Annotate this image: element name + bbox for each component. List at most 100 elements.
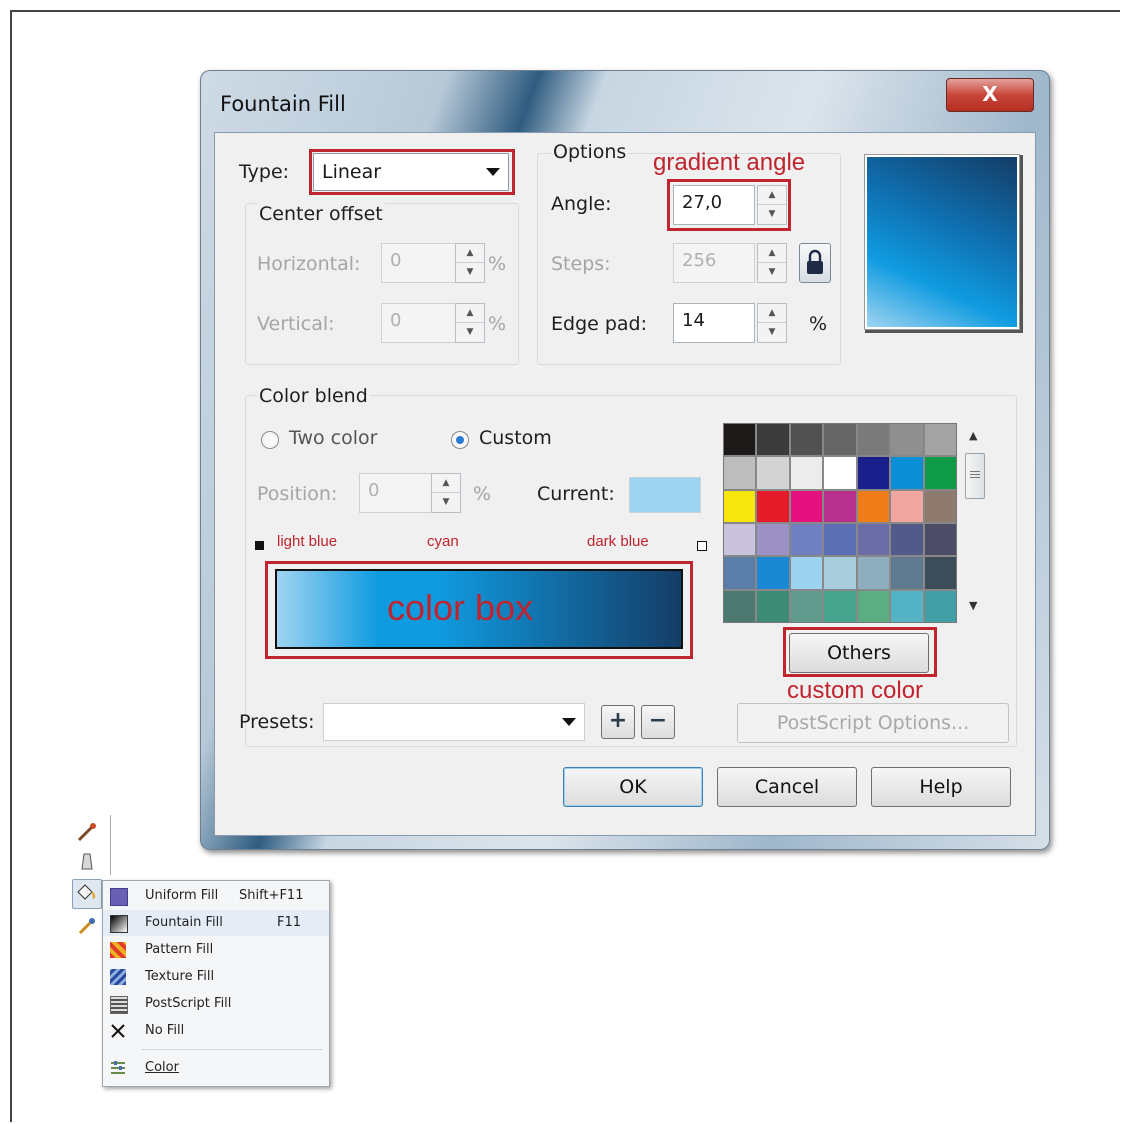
menu-item-no-fill[interactable]: No Fill <box>103 1018 329 1044</box>
light-blue-annotation: light blue <box>277 533 338 550</box>
menu-item-shortcut: F11 <box>277 915 302 930</box>
two-color-label: Two color <box>289 427 378 449</box>
position-percent: % <box>473 483 492 505</box>
color-swatch[interactable] <box>724 490 756 522</box>
color-swatch[interactable] <box>757 490 789 522</box>
color-swatch[interactable] <box>790 490 823 522</box>
color-swatch[interactable] <box>891 490 923 522</box>
horizontal-input[interactable]: 0 <box>381 243 459 283</box>
color-swatch[interactable] <box>790 524 823 556</box>
eyedropper-icon[interactable] <box>76 821 98 843</box>
position-input[interactable]: 0 <box>359 473 433 513</box>
current-label: Current: <box>537 483 615 505</box>
scroll-thumb[interactable] <box>965 453 985 499</box>
color-swatch[interactable] <box>891 557 923 589</box>
lock-icon <box>807 249 823 274</box>
palette-scrollbar[interactable]: ▲ ▼ <box>961 423 987 621</box>
no-fill-icon <box>111 1024 125 1038</box>
gradient-angle-annotation: gradient angle <box>653 149 806 176</box>
menu-item-postscript-fill[interactable]: PostScript Fill <box>103 991 329 1017</box>
color-swatch[interactable] <box>824 424 856 456</box>
color-box-annotation: color box <box>387 587 534 628</box>
color-swatch[interactable] <box>857 524 890 556</box>
color-swatch[interactable] <box>924 490 956 522</box>
scroll-up-icon[interactable]: ▲ <box>969 429 977 442</box>
color-swatch[interactable] <box>724 457 756 489</box>
color-swatch[interactable] <box>891 424 923 456</box>
color-swatch[interactable] <box>757 590 789 622</box>
vertical-input[interactable]: 0 <box>381 303 459 343</box>
color-swatch[interactable] <box>824 590 856 622</box>
color-swatch[interactable] <box>891 524 923 556</box>
dark-blue-annotation: dark blue <box>587 533 649 550</box>
edge-pad-spinner[interactable]: ▲ ▼ <box>757 303 787 343</box>
color-swatch[interactable] <box>757 557 789 589</box>
color-swatch[interactable] <box>724 524 756 556</box>
ruler <box>110 815 125 875</box>
color-swatch[interactable] <box>924 524 956 556</box>
steps-label: Steps: <box>551 253 611 275</box>
color-swatch[interactable] <box>757 424 789 456</box>
color-swatch[interactable] <box>724 424 756 456</box>
custom-radio[interactable] <box>451 431 469 449</box>
color-swatch[interactable] <box>924 557 956 589</box>
menu-item-color[interactable]: Color <box>103 1055 329 1081</box>
edge-pad-input[interactable]: 14 <box>673 303 755 343</box>
fill-tool-button[interactable] <box>72 879 102 909</box>
color-swatch[interactable] <box>757 457 789 489</box>
color-swatch[interactable] <box>724 590 756 622</box>
remove-preset-button[interactable]: − <box>641 705 675 739</box>
color-swatch[interactable] <box>790 590 823 622</box>
color-swatch[interactable] <box>790 424 823 456</box>
presets-select[interactable] <box>323 703 585 741</box>
help-button[interactable]: Help <box>871 767 1011 807</box>
color-swatch[interactable] <box>857 490 890 522</box>
color-swatch[interactable] <box>857 557 890 589</box>
vertical-label: Vertical: <box>257 313 335 335</box>
color-swatch[interactable] <box>824 557 856 589</box>
color-swatch[interactable] <box>857 424 890 456</box>
color-swatch[interactable] <box>790 557 823 589</box>
scroll-down-icon[interactable]: ▼ <box>969 599 977 612</box>
current-color-swatch[interactable] <box>629 477 701 513</box>
color-swatch[interactable] <box>891 590 923 622</box>
color-icon <box>111 1061 125 1074</box>
color-swatch[interactable] <box>824 524 856 556</box>
ok-button[interactable]: OK <box>563 767 703 807</box>
color-swatch[interactable] <box>824 490 856 522</box>
color-swatch[interactable] <box>724 557 756 589</box>
vertical-percent: % <box>488 313 507 335</box>
vertical-spinner[interactable]: ▲ ▼ <box>455 303 485 343</box>
texture-fill-icon <box>110 969 126 985</box>
horizontal-spinner[interactable]: ▲ ▼ <box>455 243 485 283</box>
start-marker[interactable] <box>255 541 264 550</box>
steps-input[interactable]: 256 <box>673 243 755 283</box>
postscript-options-button[interactable]: PostScript Options... <box>737 703 1009 743</box>
menu-item-label: Color <box>145 1060 179 1075</box>
color-swatch[interactable] <box>790 457 823 489</box>
menu-item-uniform-fill[interactable]: Uniform Fill Shift+F11 <box>103 883 329 909</box>
edge-pad-label: Edge pad: <box>551 313 648 335</box>
menu-item-fountain-fill[interactable]: Fountain Fill F11 <box>103 910 329 936</box>
fill-tool-flyout: Uniform Fill Shift+F11 Fountain Fill F11… <box>70 815 330 1090</box>
close-button[interactable]: X <box>946 78 1034 112</box>
cancel-button[interactable]: Cancel <box>717 767 857 807</box>
color-swatch[interactable] <box>857 457 890 489</box>
outline-pen-icon[interactable] <box>76 851 98 873</box>
color-swatch[interactable] <box>924 590 956 622</box>
color-swatch[interactable] <box>824 457 856 489</box>
interactive-fill-icon[interactable] <box>76 915 98 937</box>
color-swatch[interactable] <box>757 524 789 556</box>
color-swatch[interactable] <box>924 424 956 456</box>
steps-spinner[interactable]: ▲ ▼ <box>757 243 787 283</box>
steps-lock-button[interactable] <box>799 243 831 283</box>
color-swatch[interactable] <box>924 457 956 489</box>
menu-item-pattern-fill[interactable]: Pattern Fill <box>103 937 329 963</box>
position-spinner[interactable]: ▲ ▼ <box>431 473 461 513</box>
color-swatch[interactable] <box>857 590 890 622</box>
end-marker[interactable] <box>697 541 707 551</box>
menu-item-texture-fill[interactable]: Texture Fill <box>103 964 329 990</box>
add-preset-button[interactable]: + <box>601 705 635 739</box>
two-color-radio[interactable] <box>261 431 279 449</box>
color-swatch[interactable] <box>891 457 923 489</box>
